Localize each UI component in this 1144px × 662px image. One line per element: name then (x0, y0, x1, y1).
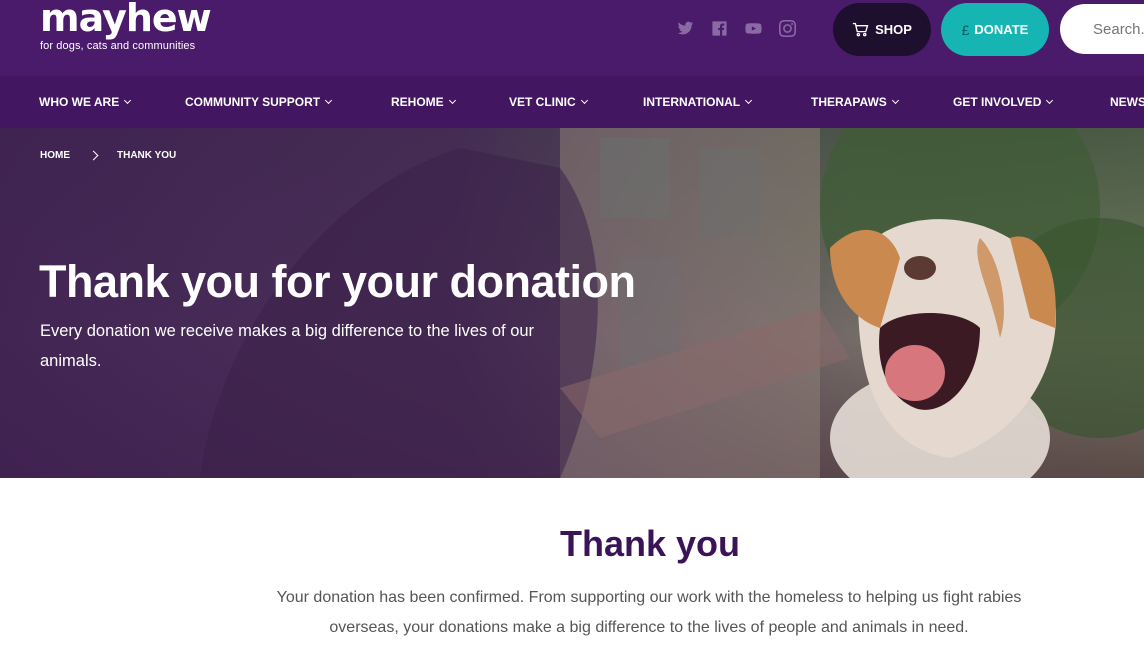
hero-subtitle: Every donation we receive makes a big di… (40, 322, 535, 370)
nav-item-vet-clinic[interactable]: VET CLINIC (509, 76, 588, 128)
donate-button-label: DONATE (974, 22, 1029, 37)
instagram-icon[interactable] (778, 19, 796, 37)
nav-item-who-we-are[interactable]: WHO WE ARE (39, 76, 132, 128)
donate-button[interactable]: £ DONATE (941, 3, 1049, 56)
logo-wordmark: mayhew (40, 0, 212, 40)
nav-item-therapaws[interactable]: THERAPAWS (811, 76, 899, 128)
page-title: Thank you for your donation (39, 256, 636, 307)
nav-item-label: COMMUNITY SUPPORT (185, 95, 321, 109)
chevron-down-icon (325, 96, 333, 105)
cart-icon (852, 22, 869, 37)
thank-you-heading: Thank you (559, 523, 741, 564)
search-input[interactable] (1060, 4, 1144, 54)
facebook-icon[interactable] (710, 19, 728, 37)
chevron-down-icon (580, 96, 588, 105)
logo-tagline: for dogs, cats and communities (40, 40, 196, 52)
chevron-down-icon (745, 96, 753, 105)
chevron-down-icon (124, 96, 132, 105)
shop-button[interactable]: SHOP (833, 3, 931, 56)
nav-item-label: INTERNATIONAL (643, 95, 741, 109)
nav-item-international[interactable]: INTERNATIONAL (643, 76, 753, 128)
nav-item-label: THERAPAWS (811, 95, 887, 109)
breadcrumb-current: THANK YOU (117, 150, 177, 161)
youtube-icon[interactable] (744, 19, 762, 37)
nav-item-community-support[interactable]: COMMUNITY SUPPORT (185, 76, 333, 128)
twitter-icon[interactable] (676, 19, 694, 37)
nav-item-label: VET CLINIC (509, 95, 576, 109)
nav-item-rehome[interactable]: REHOME (391, 76, 456, 128)
shop-button-label: SHOP (875, 22, 912, 37)
thank-you-body: Your donation has been confirmed. From s… (276, 589, 1022, 636)
breadcrumb: HOME THANK YOU (40, 150, 176, 161)
nav-item-get-involved[interactable]: GET INVOLVED (953, 76, 1054, 128)
nav-item-news[interactable]: NEWS (1110, 76, 1144, 128)
hero-banner: HOME THANK YOU Thank you for your donati… (0, 128, 1144, 478)
chevron-down-icon (448, 96, 456, 105)
main-nav: WHO WE ARE COMMUNITY SUPPORT REHOME VET … (0, 76, 1144, 128)
nav-item-label: NEWS (1110, 95, 1144, 109)
breadcrumb-home[interactable]: HOME (40, 150, 70, 161)
site-header: mayhew for dogs, cats and communities SH… (0, 0, 1144, 76)
mayhew-logo[interactable]: mayhew for dogs, cats and communities (40, 0, 212, 53)
nav-item-label: REHOME (391, 95, 444, 109)
nav-item-label: WHO WE ARE (39, 95, 120, 109)
chevron-down-icon (1046, 96, 1054, 105)
chevron-right-icon (88, 150, 99, 161)
chevron-down-icon (891, 96, 899, 105)
nav-item-label: GET INVOLVED (953, 95, 1042, 109)
pound-icon: £ (961, 21, 970, 38)
social-links (676, 19, 796, 37)
